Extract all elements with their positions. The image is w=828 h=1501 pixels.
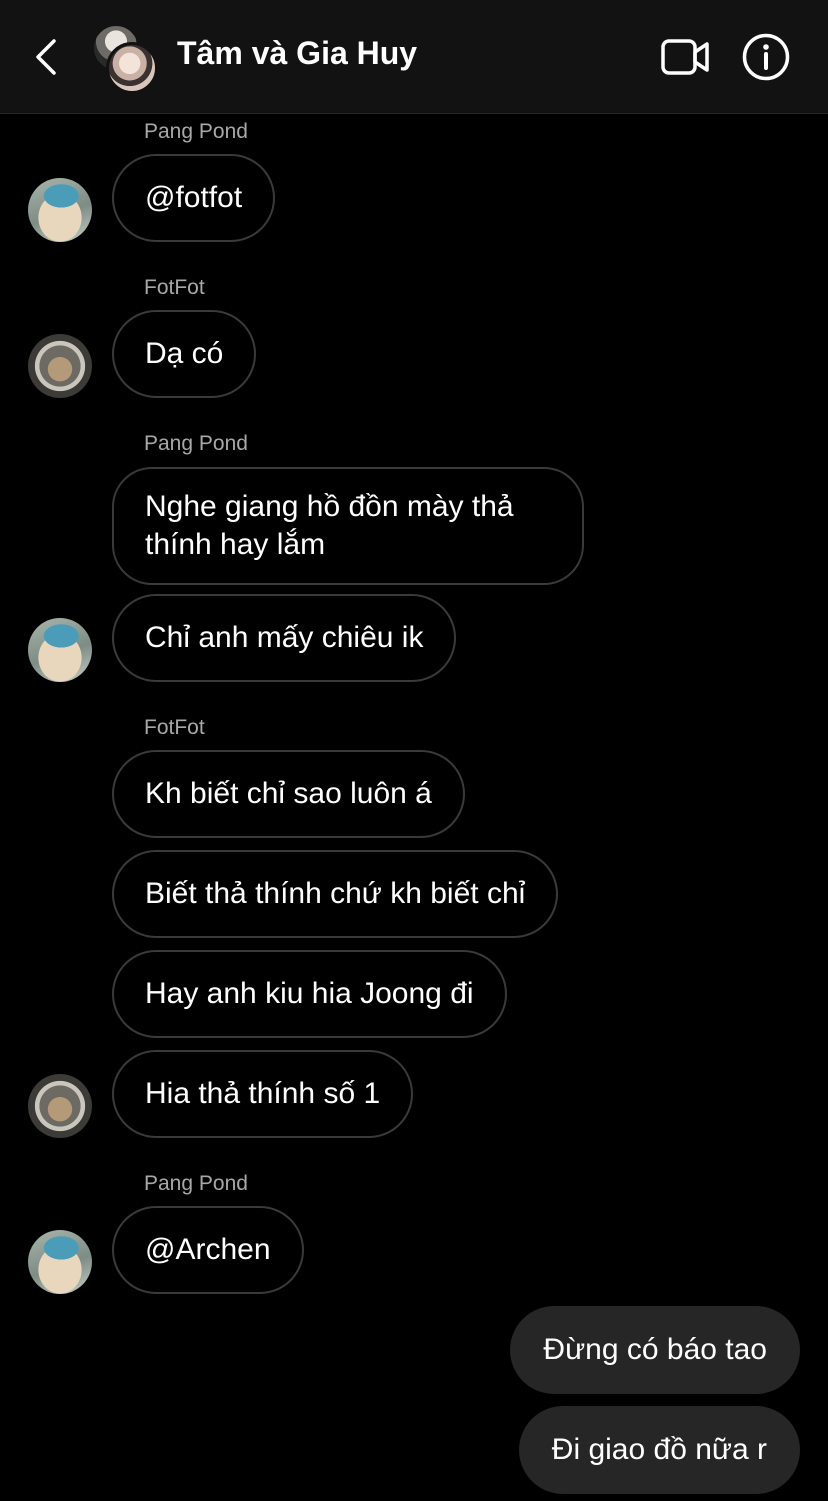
- sender-avatar[interactable]: [28, 1074, 92, 1138]
- sender-avatar[interactable]: [28, 178, 92, 242]
- info-button[interactable]: [738, 30, 794, 84]
- message-bubble[interactable]: Nghe giang hồ đồn mày thả thính hay lắm: [112, 467, 584, 585]
- sender-name: Pang Pond: [144, 432, 248, 455]
- message-bubble[interactable]: Biết thả thính chứ kh biết chỉ: [112, 850, 559, 938]
- video-call-button[interactable]: [656, 30, 716, 84]
- outgoing-message-bubble[interactable]: Đừng có báo tao: [510, 1306, 800, 1394]
- message-bubble[interactable]: Kh biết chỉ sao luôn á: [112, 750, 465, 838]
- member-avatar: [106, 42, 158, 94]
- sender-name: Pang Pond: [144, 1172, 248, 1195]
- message-bubble[interactable]: @fotfot: [112, 154, 276, 242]
- chat-title[interactable]: Tâm và Gia Huy: [177, 35, 417, 72]
- message-bubble[interactable]: Chỉ anh mấy chiêu ik: [112, 594, 457, 682]
- message-bubble[interactable]: Hay anh kiu hia Joong đi: [112, 950, 507, 1038]
- sender-avatar[interactable]: [28, 1230, 92, 1294]
- outgoing-message-bubble[interactable]: Đi giao đồ nữa r: [518, 1406, 800, 1494]
- sender-name: FotFot: [144, 276, 205, 299]
- group-avatar[interactable]: [92, 24, 160, 94]
- sender-avatar[interactable]: [28, 334, 92, 398]
- message-bubble[interactable]: @Archen: [112, 1206, 304, 1294]
- message-bubble[interactable]: Hia thả thính số 1: [112, 1050, 414, 1138]
- message-bubble[interactable]: Dạ có: [112, 310, 257, 398]
- back-button[interactable]: [22, 30, 70, 84]
- video-camera-icon: [661, 39, 709, 75]
- sender-avatar[interactable]: [28, 618, 92, 682]
- chat-header: Tâm và Gia Huy: [0, 0, 828, 114]
- sender-name: FotFot: [144, 716, 205, 739]
- chevron-left-icon: [36, 39, 56, 75]
- info-icon: [742, 33, 790, 81]
- sender-name: Pang Pond: [144, 120, 248, 143]
